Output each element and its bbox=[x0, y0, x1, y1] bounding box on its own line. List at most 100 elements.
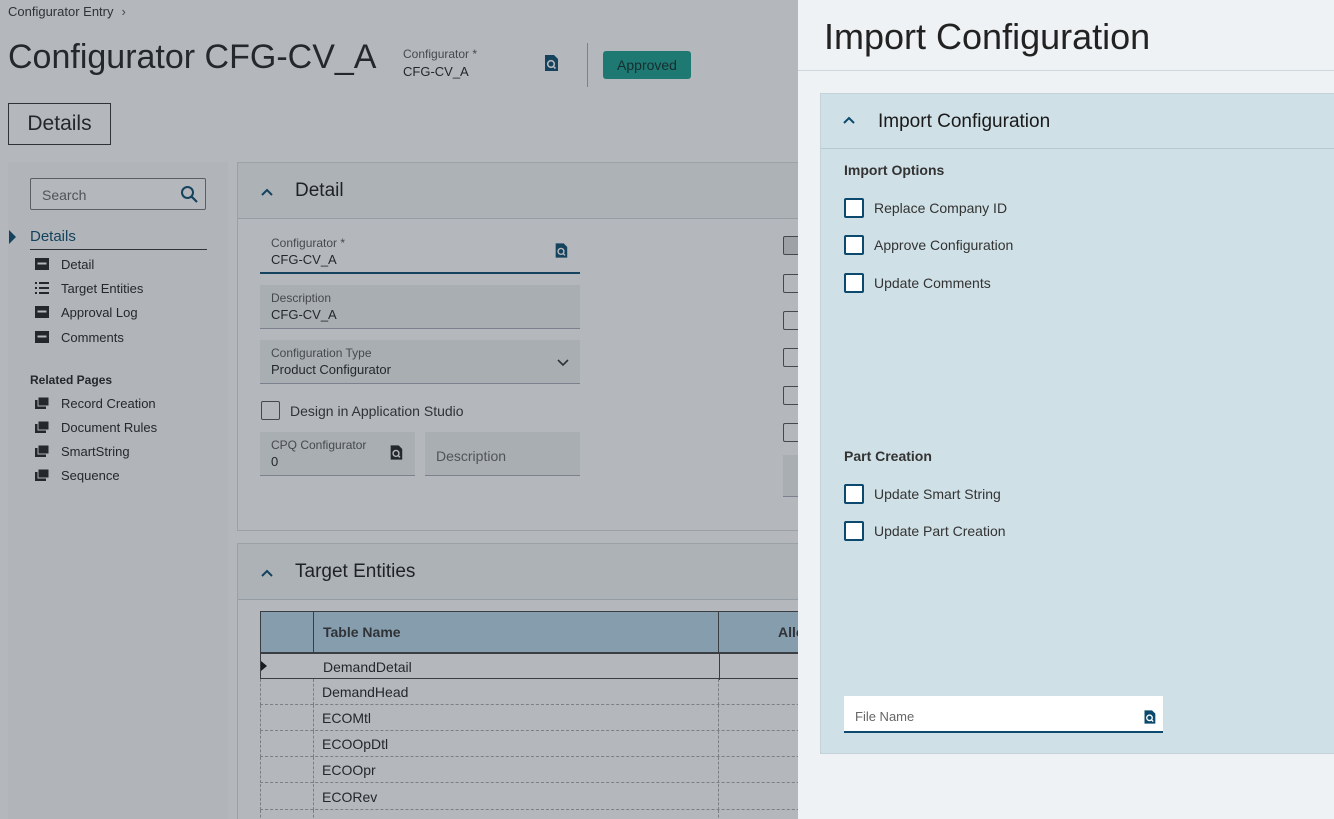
target-entities-header[interactable]: Target Entities bbox=[238, 544, 798, 600]
sidebar-item-label: Approval Log bbox=[61, 304, 138, 320]
row-pointer-icon bbox=[261, 661, 267, 671]
update-comments-label: Update Comments bbox=[874, 275, 991, 291]
approve-configuration-checkbox[interactable] bbox=[844, 235, 864, 255]
related-item-label: Record Creation bbox=[61, 395, 156, 411]
search-document-icon[interactable] bbox=[388, 444, 404, 461]
table-cell[interactable]: DemandDetail bbox=[323, 659, 412, 675]
target-entities-card: Target Entities Table Name Allo DemandDe… bbox=[237, 543, 798, 819]
import-card-title: Import Configuration bbox=[878, 111, 1051, 132]
chevron-down-icon[interactable] bbox=[557, 359, 569, 367]
option-checkbox[interactable] bbox=[783, 348, 798, 367]
detail-card: Detail Configurator * CFG-CV_A Descripti… bbox=[237, 162, 798, 531]
table-row[interactable]: ECOOpr bbox=[260, 757, 798, 783]
file-name-input[interactable]: File Name bbox=[844, 696, 1163, 733]
import-configuration-panel: Import Configuration Import Configuratio… bbox=[798, 0, 1334, 819]
description-field[interactable]: Description CFG-CV_A bbox=[260, 285, 580, 329]
option-checkbox[interactable] bbox=[783, 386, 798, 405]
detail-card-header[interactable]: Detail bbox=[238, 163, 798, 219]
table-cell[interactable]: ECOMtl bbox=[322, 710, 371, 726]
header-configurator-label: Configurator * bbox=[403, 47, 478, 61]
status-badge: Approved bbox=[603, 51, 691, 79]
cpq-configurator-field[interactable]: CPQ Configurator 0 bbox=[260, 432, 415, 476]
update-smart-string-label: Update Smart String bbox=[874, 486, 1001, 502]
table-row[interactable]: DemandDetail bbox=[260, 653, 798, 680]
column-header-table-name[interactable]: Table Name bbox=[314, 612, 719, 652]
sidebar-item-approval-log[interactable]: Approval Log bbox=[34, 303, 138, 321]
related-item-smartstring[interactable]: SmartString bbox=[34, 442, 130, 460]
table-row[interactable]: ECOMtl bbox=[260, 705, 798, 731]
search-icon[interactable] bbox=[180, 185, 199, 204]
design-in-studio-checkbox[interactable] bbox=[261, 401, 280, 420]
table-cell[interactable]: DemandHead bbox=[322, 684, 408, 700]
list-icon bbox=[34, 281, 50, 295]
grid-header: Table Name Allo bbox=[260, 611, 798, 653]
search-placeholder: Search bbox=[42, 187, 87, 203]
related-item-document-rules[interactable]: Document Rules bbox=[34, 418, 157, 436]
search-document-icon[interactable] bbox=[542, 54, 560, 72]
pages-icon bbox=[34, 420, 50, 434]
header-configurator-field: Configurator * CFG-CV_A bbox=[403, 47, 477, 79]
table-cell[interactable]: ECOOpr bbox=[322, 762, 376, 778]
table-row[interactable] bbox=[260, 810, 798, 819]
design-in-studio-label: Design in Application Studio bbox=[290, 403, 464, 419]
description-value[interactable]: CFG-CV_A bbox=[271, 307, 337, 322]
table-cell[interactable]: ECOOpDtl bbox=[322, 736, 388, 752]
sidebar-item-target-entities[interactable]: Target Entities bbox=[34, 279, 143, 297]
option-checkbox[interactable] bbox=[783, 311, 798, 330]
approve-configuration-label: Approve Configuration bbox=[874, 237, 1014, 253]
panel-title: Import Configuration bbox=[824, 16, 1151, 57]
chevron-up-icon[interactable] bbox=[260, 187, 274, 197]
table-row[interactable]: DemandHead bbox=[260, 679, 798, 705]
cpq-configurator-value[interactable]: 0 bbox=[271, 454, 278, 469]
chevron-up-icon[interactable] bbox=[842, 115, 856, 125]
related-item-record-creation[interactable]: Record Creation bbox=[34, 394, 156, 412]
update-smart-string-checkbox[interactable] bbox=[844, 484, 864, 504]
sidebar-item-label: Detail bbox=[61, 256, 95, 272]
grid-selector-header[interactable] bbox=[261, 612, 314, 652]
table-row[interactable]: ECOOpDtl bbox=[260, 731, 798, 757]
chevron-up-icon[interactable] bbox=[260, 568, 274, 578]
sidebar-item-detail[interactable]: Detail bbox=[34, 255, 94, 273]
cpq-description-placeholder: Description bbox=[436, 448, 507, 464]
option-checkbox[interactable] bbox=[783, 423, 798, 442]
page-title: Configurator CFG-CV_A bbox=[8, 38, 377, 76]
configurator-value[interactable]: CFG-CV_A bbox=[271, 252, 337, 267]
breadcrumb[interactable]: Configurator Entry › bbox=[8, 4, 126, 19]
column-header-allow[interactable]: Allo bbox=[778, 624, 798, 640]
panel-divider bbox=[798, 70, 1334, 71]
configurator-field[interactable]: Configurator * CFG-CV_A bbox=[260, 230, 580, 274]
search-document-icon[interactable] bbox=[553, 242, 569, 259]
configuration-type-select[interactable]: Configuration Type Product Configurator bbox=[260, 340, 580, 384]
pages-icon bbox=[34, 468, 50, 482]
partial-field[interactable] bbox=[783, 455, 798, 497]
search-document-icon[interactable] bbox=[1142, 709, 1157, 725]
caret-right-icon bbox=[9, 230, 16, 244]
related-pages-title: Related Pages bbox=[30, 373, 113, 387]
replace-company-id-label: Replace Company ID bbox=[874, 200, 1008, 216]
part-creation-title: Part Creation bbox=[844, 448, 932, 464]
cpq-description-field[interactable]: Description bbox=[425, 432, 580, 476]
sidebar-search-input[interactable]: Search bbox=[30, 178, 206, 210]
card-icon bbox=[34, 257, 50, 271]
configurator-label: Configurator * bbox=[271, 236, 346, 250]
update-part-creation-checkbox[interactable] bbox=[844, 521, 864, 541]
details-button[interactable]: Details bbox=[8, 103, 111, 145]
table-row[interactable]: ECORev bbox=[260, 784, 798, 810]
sidebar-item-comments[interactable]: Comments bbox=[34, 328, 124, 346]
table-cell[interactable]: ECORev bbox=[322, 789, 377, 805]
pages-icon bbox=[34, 444, 50, 458]
update-comments-checkbox[interactable] bbox=[844, 273, 864, 293]
import-card-header[interactable]: Import Configuration bbox=[821, 94, 1334, 149]
import-options-title: Import Options bbox=[844, 162, 945, 178]
breadcrumb-label[interactable]: Configurator Entry bbox=[8, 4, 114, 19]
related-item-label: SmartString bbox=[61, 443, 130, 459]
sidebar: Search Details Detail Target Entities Ap… bbox=[8, 162, 228, 819]
description-label: Description bbox=[271, 291, 332, 305]
card-icon bbox=[34, 305, 50, 319]
replace-company-id-checkbox[interactable] bbox=[844, 198, 864, 218]
related-item-sequence[interactable]: Sequence bbox=[34, 466, 120, 484]
option-checkbox[interactable] bbox=[783, 274, 798, 293]
header-configurator-value: CFG-CV_A bbox=[403, 64, 469, 79]
checked-checkbox[interactable] bbox=[783, 236, 798, 255]
sidebar-section-details[interactable]: Details bbox=[30, 228, 207, 250]
